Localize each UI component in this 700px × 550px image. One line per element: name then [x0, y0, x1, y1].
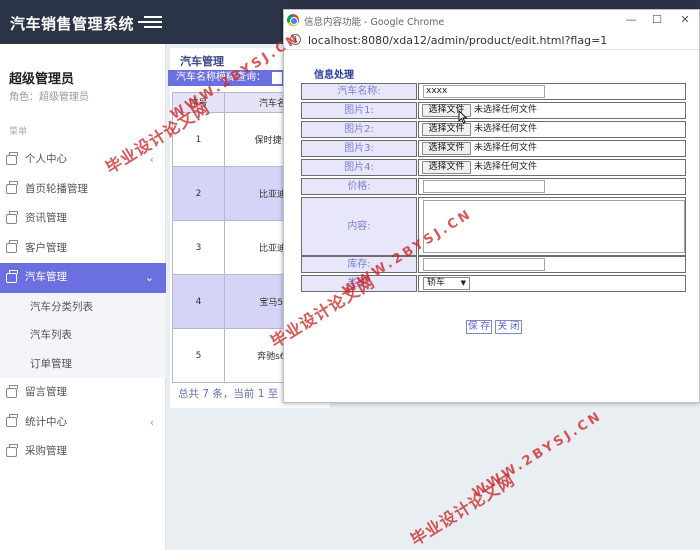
- field-label: 图片3:: [301, 140, 417, 157]
- save-button[interactable]: 保 存: [466, 320, 492, 334]
- field-label: 价格:: [301, 178, 417, 195]
- window-title-bar[interactable]: 信息内容功能 - Google Chrome — ☐ ✕: [284, 10, 699, 30]
- chevron-down-icon: ⌄: [144, 271, 154, 284]
- search-input[interactable]: [272, 72, 282, 84]
- form-row-image3: 图片3: 选择文件 未选择任何文件: [301, 140, 686, 157]
- file-status: 未选择任何文件: [474, 105, 538, 115]
- folder-icon: [6, 414, 18, 427]
- file-status: 未选择任何文件: [474, 143, 538, 153]
- row-number: 2: [172, 166, 225, 221]
- sidebar-item-purchasing[interactable]: 采购管理: [0, 437, 166, 467]
- sidebar-item-label: 留言管理: [25, 386, 67, 398]
- category-select[interactable]: 轿车 ▼: [423, 277, 470, 290]
- sidebar-item-messages[interactable]: 留言管理: [0, 378, 166, 408]
- sidebar-subitem-car-list[interactable]: 汽车列表: [0, 321, 166, 350]
- field-label: 汽车名称:: [301, 83, 417, 100]
- sidebar-subitem-orders[interactable]: 订单管理: [0, 349, 166, 378]
- mouse-cursor-icon: [458, 110, 468, 124]
- user-name: 超级管理员: [9, 72, 75, 87]
- car-name-input[interactable]: xxxx: [423, 85, 545, 98]
- watermark-text: 毕业设计论文网: [407, 470, 519, 550]
- form-row-content: 内容:: [301, 197, 686, 256]
- sidebar-item-cars[interactable]: 汽车管理 ⌄: [0, 263, 166, 293]
- sidebar-subitem-car-categories[interactable]: 汽车分类列表: [0, 292, 166, 321]
- field-label: 图片4:: [301, 159, 417, 176]
- row-number: 4: [172, 274, 225, 329]
- folder-icon: [6, 210, 18, 224]
- sidebar-item-statistics[interactable]: 统计中心 ‹: [0, 408, 166, 438]
- section-title: 信息处理: [314, 70, 354, 81]
- form-row-stock: 库存:: [301, 256, 686, 273]
- pagination-info: 总共 7 条，当前 1 至: [178, 388, 279, 400]
- choose-file-button[interactable]: 选择文件: [422, 142, 471, 155]
- row-number: 3: [172, 220, 225, 275]
- folder-icon: [6, 151, 18, 165]
- panel-title: 汽车管理: [180, 55, 224, 68]
- form-row-image4: 图片4: 选择文件 未选择任何文件: [301, 159, 686, 176]
- sidebar-item-carousel[interactable]: 首页轮播管理: [0, 175, 166, 205]
- sidebar-item-news[interactable]: 资讯管理: [0, 204, 166, 234]
- app-title: 汽车销售管理系统: [10, 15, 135, 33]
- choose-file-button[interactable]: 选择文件: [422, 123, 471, 136]
- sidebar-item-label: 资讯管理: [25, 212, 67, 224]
- edit-popup-window: 信息内容功能 - Google Chrome — ☐ ✕ i localhost…: [283, 9, 700, 403]
- caret-down-icon: ▼: [460, 279, 466, 287]
- field-label: 图片1:: [301, 102, 417, 119]
- window-title: 信息内容功能 - Google Chrome: [304, 17, 445, 28]
- row-number: 5: [172, 328, 225, 383]
- field-cell: 选择文件 未选择任何文件: [418, 159, 686, 176]
- form-row-price: 价格:: [301, 178, 686, 195]
- field-cell: xxxx: [418, 83, 686, 100]
- file-status: 未选择任何文件: [474, 162, 538, 172]
- category-selected: 轿车: [427, 278, 446, 288]
- form-row-name: 汽车名称: xxxx: [301, 83, 686, 100]
- sidebar-item-label: 个人中心: [25, 153, 67, 165]
- folder-icon: [6, 269, 18, 283]
- field-cell: 轿车 ▼: [418, 275, 686, 292]
- menu-toggle-icon[interactable]: [138, 14, 164, 30]
- close-button[interactable]: 关 闭: [495, 320, 522, 334]
- address-bar[interactable]: i localhost:8080/xda12/admin/product/edi…: [284, 30, 699, 50]
- stock-input[interactable]: [423, 258, 545, 271]
- chrome-icon: [287, 14, 299, 26]
- file-status: 未选择任何文件: [474, 124, 538, 134]
- sidebar-item-label: 采购管理: [25, 445, 67, 457]
- folder-icon: [6, 384, 18, 398]
- folder-icon: [6, 181, 18, 194]
- sidebar-item-label: 首页轮播管理: [25, 182, 88, 195]
- sidebar-item-customers[interactable]: 客户管理: [0, 234, 166, 264]
- field-label: 图片2:: [301, 121, 417, 138]
- choose-file-button[interactable]: 选择文件: [422, 161, 471, 174]
- url-text[interactable]: localhost:8080/xda12/admin/product/edit.…: [308, 34, 607, 47]
- sidebar-item-label: 客户管理: [25, 241, 67, 254]
- sidebar-item-label: 统计中心: [25, 415, 67, 428]
- folder-icon: [6, 240, 18, 253]
- form-row-image1: 图片1: 选择文件 未选择任何文件: [301, 102, 686, 119]
- user-role: 角色：超级管理员: [9, 92, 89, 103]
- chevron-left-icon: ‹: [149, 415, 154, 429]
- form-row-image2: 图片2: 选择文件 未选择任何文件: [301, 121, 686, 138]
- field-cell: [418, 178, 686, 195]
- sidebar-nav: 个人中心 ‹ 首页轮播管理 资讯管理 客户管理 汽车管理 ⌄ 汽车分类列表 汽车…: [0, 145, 166, 467]
- sidebar-item-label: 汽车管理: [25, 271, 67, 283]
- price-input[interactable]: [423, 180, 545, 193]
- maximize-icon[interactable]: ☐: [646, 12, 668, 28]
- folder-icon: [6, 443, 18, 457]
- close-icon[interactable]: ✕: [674, 12, 696, 28]
- minimize-icon[interactable]: —: [620, 12, 642, 28]
- field-cell: [418, 256, 686, 273]
- sidebar: 超级管理员 角色：超级管理员 菜单 个人中心 ‹ 首页轮播管理 资讯管理 客户管…: [0, 44, 166, 550]
- field-cell: 选择文件 未选择任何文件: [418, 140, 686, 157]
- menu-heading: 菜单: [9, 127, 28, 137]
